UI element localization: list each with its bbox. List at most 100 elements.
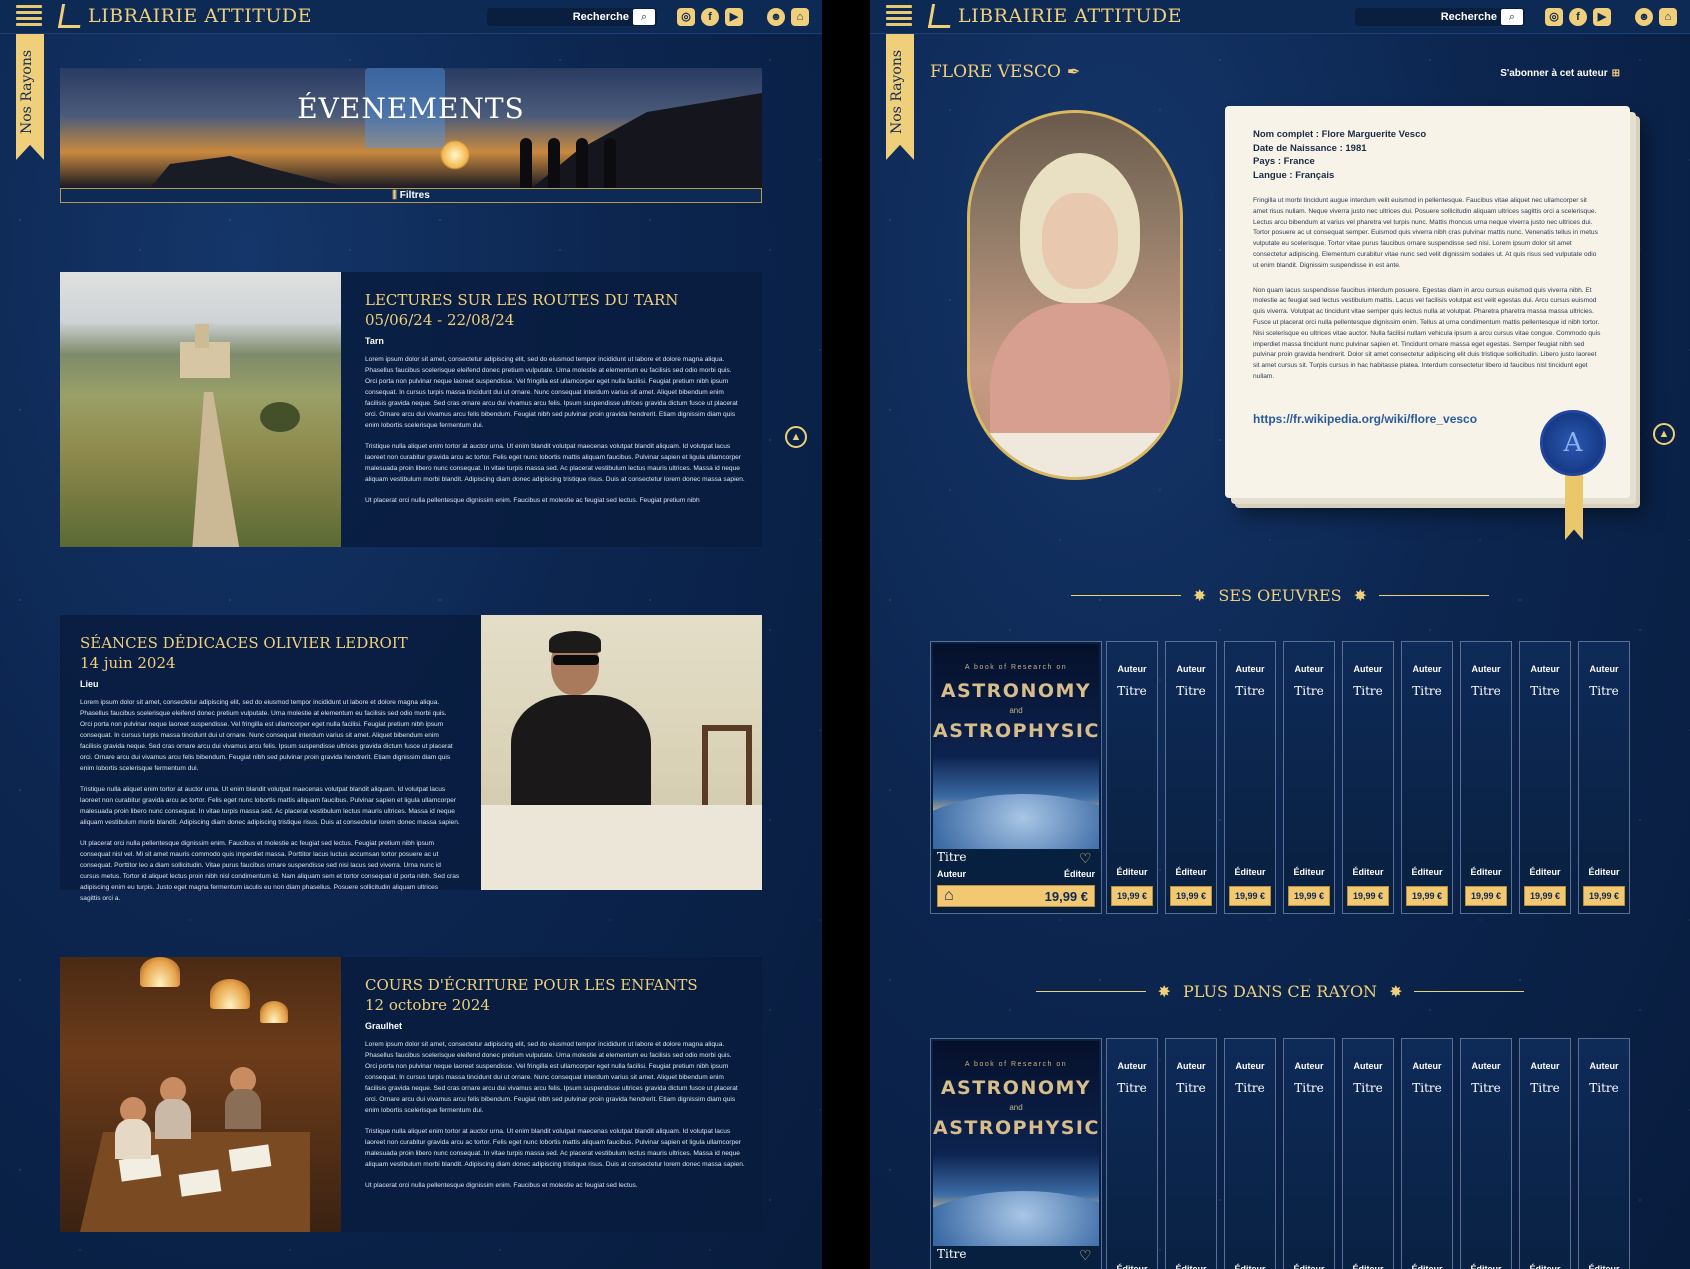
spine-title[interactable]: Titre: [1284, 1081, 1334, 1095]
spine-author[interactable]: Auteur: [1579, 1061, 1629, 1071]
book-spine[interactable]: AuteurTitreÉditeur19,99 €: [1224, 1038, 1276, 1269]
book-spine[interactable]: AuteurTitreÉditeur19,99 €: [1342, 1038, 1394, 1269]
spine-title[interactable]: Titre: [1225, 684, 1275, 698]
event-card[interactable]: LECTURES SUR LES ROUTES DU TARN 05/06/24…: [60, 272, 762, 547]
heart-icon[interactable]: ♡: [1079, 850, 1095, 866]
book-spine[interactable]: AuteurTitreÉditeur19,99 €: [1283, 1038, 1335, 1269]
instagram-icon[interactable]: ◎: [1545, 8, 1563, 26]
spine-author[interactable]: Auteur: [1166, 1061, 1216, 1071]
book-spine[interactable]: AuteurTitreÉditeur19,99 €: [1519, 641, 1571, 914]
spine-price-button[interactable]: 19,99 €: [1111, 886, 1153, 906]
search-box[interactable]: ⌕: [1355, 8, 1525, 26]
spine-title[interactable]: Titre: [1520, 1081, 1570, 1095]
book-spine[interactable]: AuteurTitreÉditeur19,99 €: [1283, 641, 1335, 914]
spine-title[interactable]: Titre: [1520, 684, 1570, 698]
logo[interactable]: LIBRAIRIE ATTITUDE: [57, 4, 312, 28]
spine-title[interactable]: Titre: [1107, 1081, 1157, 1095]
filters-bar[interactable]: ⫼ Filtres: [60, 188, 762, 203]
event-title[interactable]: SÉANCES DÉDICACES OLIVIER LEDROIT: [80, 633, 460, 653]
spine-author[interactable]: Auteur: [1225, 664, 1275, 674]
menu-icon[interactable]: [16, 5, 42, 29]
youtube-icon[interactable]: ▶: [725, 8, 743, 26]
book-spine[interactable]: AuteurTitreÉditeur19,99 €: [1342, 641, 1394, 914]
featured-book[interactable]: A book of Research on ASTRONOMY and ASTR…: [930, 1038, 1102, 1269]
search-icon[interactable]: ⌕: [1501, 9, 1523, 25]
spine-author[interactable]: Auteur: [1166, 664, 1216, 674]
scroll-top-icon[interactable]: ▲: [785, 426, 807, 448]
spine-author[interactable]: Auteur: [1520, 1061, 1570, 1071]
featured-book[interactable]: A book of Research on ASTRONOMY and ASTR…: [930, 641, 1102, 914]
book-spine[interactable]: AuteurTitreÉditeur19,99 €: [1460, 641, 1512, 914]
basket-icon[interactable]: ⌂: [1659, 8, 1677, 26]
book-spine[interactable]: AuteurTitreÉditeur19,99 €: [1165, 641, 1217, 914]
spine-author[interactable]: Auteur: [1461, 664, 1511, 674]
spine-title[interactable]: Titre: [1579, 684, 1629, 698]
spine-author[interactable]: Auteur: [1343, 1061, 1393, 1071]
spine-author[interactable]: Auteur: [1461, 1061, 1511, 1071]
spine-title[interactable]: Titre: [1166, 684, 1216, 698]
add-to-basket-button[interactable]: ⌂ 19,99 €: [937, 885, 1095, 907]
youtube-icon[interactable]: ▶: [1593, 8, 1611, 26]
book-spine[interactable]: AuteurTitreÉditeur19,99 €: [1401, 641, 1453, 914]
book-spine[interactable]: AuteurTitreÉditeur19,99 €: [1519, 1038, 1571, 1269]
logo[interactable]: LIBRAIRIE ATTITUDE: [927, 4, 1182, 28]
spine-author[interactable]: Auteur: [1284, 1061, 1334, 1071]
spine-author[interactable]: Auteur: [1225, 1061, 1275, 1071]
spine-author[interactable]: Auteur: [1402, 1061, 1452, 1071]
book-title[interactable]: Titre: [937, 850, 967, 864]
book-cover[interactable]: A book of Research on ASTRONOMY and ASTR…: [933, 644, 1099, 849]
book-spine[interactable]: AuteurTitreÉditeur19,99 €: [1224, 641, 1276, 914]
search-input[interactable]: [1377, 11, 1497, 23]
spine-title[interactable]: Titre: [1225, 1081, 1275, 1095]
spine-price-button[interactable]: 19,99 €: [1465, 886, 1507, 906]
spine-author[interactable]: Auteur: [1284, 664, 1334, 674]
event-title[interactable]: COURS D'ÉCRITURE POUR LES ENFANTS: [365, 975, 745, 995]
spine-title[interactable]: Titre: [1107, 684, 1157, 698]
spine-title[interactable]: Titre: [1461, 1081, 1511, 1095]
account-icon[interactable]: ☻: [1635, 8, 1653, 26]
side-tab-nos-rayons[interactable]: Nos Rayons: [16, 34, 44, 160]
facebook-icon[interactable]: f: [1569, 8, 1587, 26]
spine-price-button[interactable]: 19,99 €: [1229, 886, 1271, 906]
event-card[interactable]: SÉANCES DÉDICACES OLIVIER LEDROIT 14 jui…: [60, 615, 762, 902]
scroll-top-icon[interactable]: ▲: [1653, 423, 1675, 445]
side-tab-nos-rayons[interactable]: Nos Rayons: [886, 34, 914, 160]
heart-icon[interactable]: ♡: [1079, 1247, 1095, 1263]
facebook-icon[interactable]: f: [701, 8, 719, 26]
search-input[interactable]: [509, 11, 629, 23]
spine-title[interactable]: Titre: [1343, 684, 1393, 698]
spine-title[interactable]: Titre: [1402, 684, 1452, 698]
spine-price-button[interactable]: 19,99 €: [1288, 886, 1330, 906]
book-spine[interactable]: AuteurTitreÉditeur19,99 €: [1401, 1038, 1453, 1269]
search-icon[interactable]: ⌕: [633, 9, 655, 25]
spine-title[interactable]: Titre: [1343, 1081, 1393, 1095]
account-icon[interactable]: ☻: [767, 8, 785, 26]
spine-price-button[interactable]: 19,99 €: [1170, 886, 1212, 906]
search-box[interactable]: ⌕: [487, 8, 657, 26]
instagram-icon[interactable]: ◎: [677, 8, 695, 26]
spine-author[interactable]: Auteur: [1107, 664, 1157, 674]
menu-icon[interactable]: [886, 5, 912, 29]
book-cover[interactable]: A book of Research on ASTRONOMY and ASTR…: [933, 1041, 1099, 1246]
book-spine[interactable]: AuteurTitreÉditeur19,99 €: [1460, 1038, 1512, 1269]
spine-price-button[interactable]: 19,99 €: [1347, 886, 1389, 906]
book-title[interactable]: Titre: [937, 1247, 967, 1261]
book-spine[interactable]: AuteurTitreÉditeur19,99 €: [1106, 1038, 1158, 1269]
spine-title[interactable]: Titre: [1284, 684, 1334, 698]
event-card[interactable]: COURS D'ÉCRITURE POUR LES ENFANTS 12 oct…: [60, 957, 762, 1232]
spine-title[interactable]: Titre: [1402, 1081, 1452, 1095]
spine-author[interactable]: Auteur: [1520, 664, 1570, 674]
event-title[interactable]: LECTURES SUR LES ROUTES DU TARN: [365, 290, 745, 310]
spine-title[interactable]: Titre: [1166, 1081, 1216, 1095]
spine-author[interactable]: Auteur: [1107, 1061, 1157, 1071]
spine-author[interactable]: Auteur: [1579, 664, 1629, 674]
spine-author[interactable]: Auteur: [1343, 664, 1393, 674]
basket-icon[interactable]: ⌂: [791, 8, 809, 26]
spine-price-button[interactable]: 19,99 €: [1583, 886, 1625, 906]
book-spine[interactable]: AuteurTitreÉditeur19,99 €: [1578, 1038, 1630, 1269]
book-spine[interactable]: AuteurTitreÉditeur19,99 €: [1165, 1038, 1217, 1269]
spine-author[interactable]: Auteur: [1402, 664, 1452, 674]
spine-price-button[interactable]: 19,99 €: [1406, 886, 1448, 906]
book-spine[interactable]: AuteurTitreÉditeur19,99 €: [1106, 641, 1158, 914]
spine-title[interactable]: Titre: [1579, 1081, 1629, 1095]
